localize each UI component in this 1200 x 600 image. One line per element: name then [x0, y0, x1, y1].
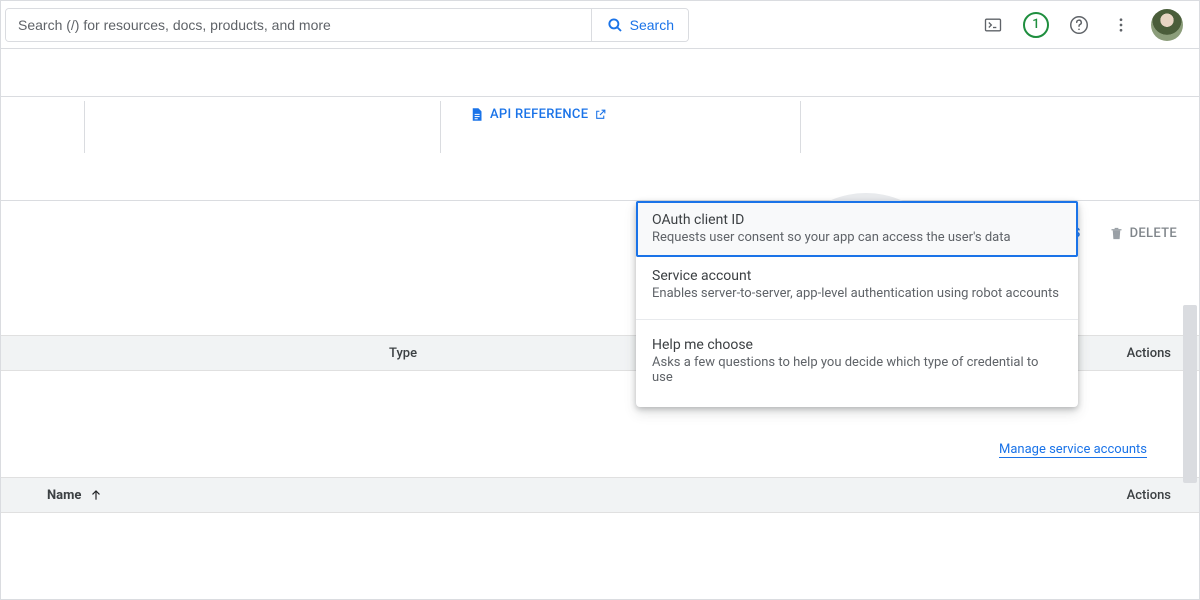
- sort-ascending-icon: [89, 488, 103, 502]
- top-bar: Search 1: [1, 1, 1199, 49]
- delete-button[interactable]: DELETE: [1109, 226, 1177, 241]
- create-credentials-menu: OAuth client ID Requests user consent so…: [636, 201, 1078, 407]
- avatar[interactable]: [1151, 9, 1183, 41]
- api-cell-0: [1, 101, 85, 153]
- trial-badge-value: 1: [1032, 17, 1039, 32]
- api-cell-1: [85, 101, 441, 153]
- api-reference-row: API REFERENCE: [1, 97, 1199, 153]
- column-header-type[interactable]: Type: [1, 346, 417, 361]
- menu-item-title: Help me choose: [652, 337, 1062, 353]
- search-button[interactable]: Search: [591, 9, 688, 41]
- top-right-actions: 1: [981, 9, 1183, 41]
- section-spacer: [1, 153, 1199, 201]
- trash-icon: [1109, 226, 1124, 241]
- menu-item-desc: Enables server-to-server, app-level auth…: [652, 286, 1062, 301]
- help-icon[interactable]: [1067, 13, 1091, 37]
- api-cell-2: API REFERENCE: [441, 101, 801, 153]
- header-gap: [1, 49, 1199, 97]
- search-input[interactable]: [6, 9, 591, 41]
- search-icon: [606, 16, 624, 34]
- menu-divider: [636, 319, 1078, 320]
- manage-service-accounts-row: Manage service accounts: [1, 421, 1199, 477]
- manage-service-accounts-link[interactable]: Manage service accounts: [999, 442, 1147, 457]
- menu-item-title: Service account: [652, 268, 1062, 284]
- api-reference-link[interactable]: API REFERENCE: [469, 107, 607, 122]
- menu-item-title: OAuth client ID: [652, 212, 1062, 228]
- table-header-2: Name Actions: [1, 477, 1199, 513]
- menu-item-help-me-choose[interactable]: Help me choose Asks a few questions to h…: [636, 326, 1078, 397]
- column-header-name-label: Name: [47, 488, 81, 503]
- menu-item-service-account[interactable]: Service account Enables server-to-server…: [636, 257, 1078, 313]
- menu-item-desc: Asks a few questions to help you decide …: [652, 355, 1062, 385]
- menu-item-desc: Requests user consent so your app can ac…: [652, 230, 1062, 245]
- document-icon: [469, 107, 484, 122]
- external-link-icon: [594, 108, 607, 121]
- vertical-scrollbar[interactable]: [1183, 305, 1197, 483]
- search-container: Search: [5, 8, 689, 42]
- column-header-actions: Actions: [1127, 488, 1199, 503]
- search-button-label: Search: [630, 17, 674, 33]
- api-reference-label: API REFERENCE: [490, 107, 588, 122]
- cloud-shell-icon[interactable]: [981, 13, 1005, 37]
- more-menu-icon[interactable]: [1109, 13, 1133, 37]
- delete-label: DELETE: [1130, 226, 1177, 241]
- column-header-name[interactable]: Name: [1, 488, 103, 503]
- menu-item-oauth-client-id[interactable]: OAuth client ID Requests user consent so…: [636, 201, 1078, 257]
- main-content: CREATE CREDENTIALS DELETE OAuth client I…: [1, 201, 1199, 513]
- free-trial-badge[interactable]: 1: [1023, 12, 1049, 38]
